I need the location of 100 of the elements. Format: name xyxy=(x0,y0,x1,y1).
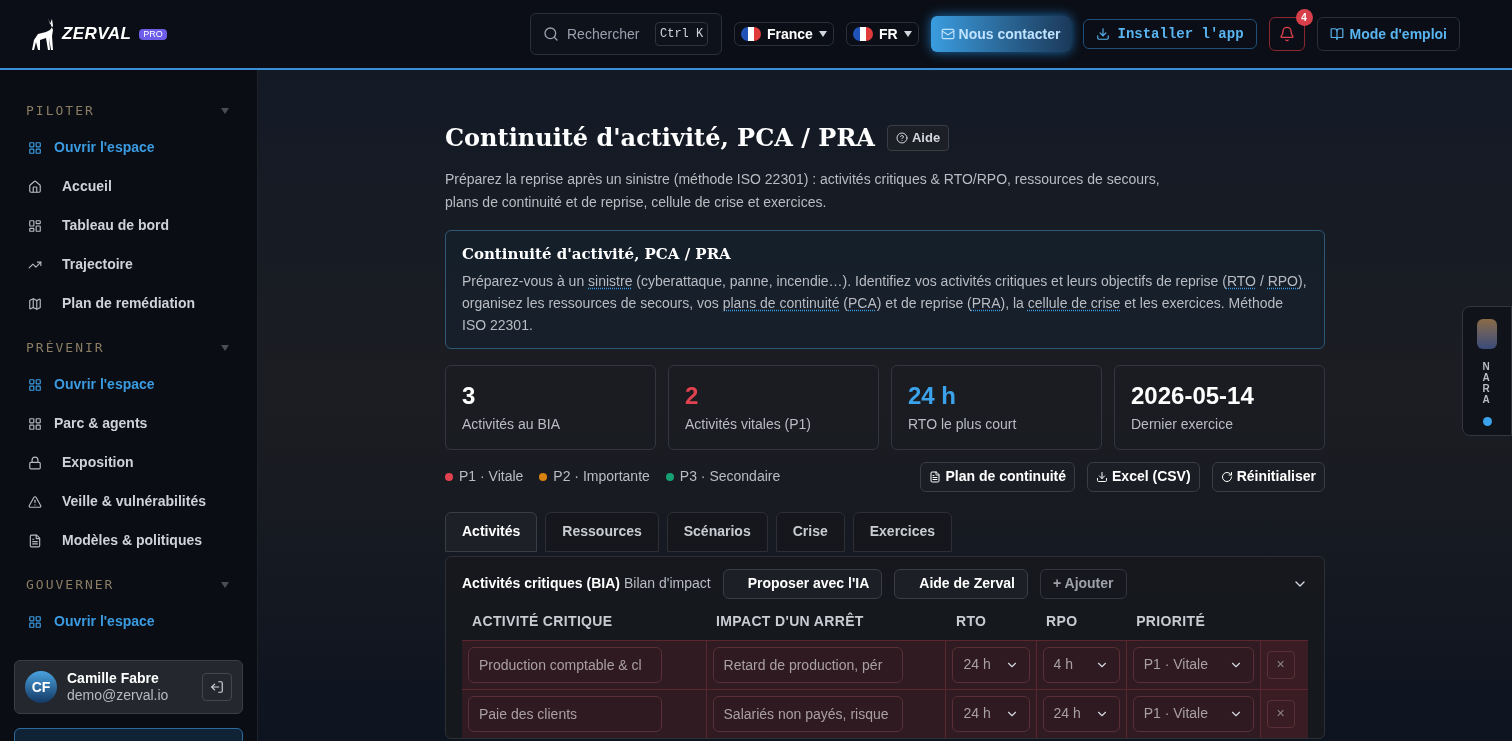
impact-field[interactable]: Retard de production, pér xyxy=(712,646,903,683)
refresh-icon xyxy=(1220,470,1233,483)
user-name: Camille Fabre xyxy=(67,669,160,687)
glossary-link[interactable]: RTO xyxy=(1226,272,1256,289)
grid-icon xyxy=(28,140,42,155)
stat-value: 2026-05-14 xyxy=(1131,380,1255,411)
glossary-link[interactable]: RPO xyxy=(1267,272,1298,289)
glossary-link[interactable]: PRA xyxy=(971,294,1001,311)
padlock-icon xyxy=(28,455,42,470)
rto-select[interactable]: 24 h xyxy=(952,646,1030,683)
stat-value: 2 xyxy=(685,380,700,411)
country-select[interactable]: France xyxy=(734,22,834,46)
french-flag-icon xyxy=(852,27,873,41)
tab[interactable]: Scénarios xyxy=(666,511,768,552)
rto-select[interactable]: 24 h xyxy=(952,695,1030,732)
logout-button[interactable] xyxy=(202,673,232,701)
help-icon xyxy=(896,132,908,144)
search-icon xyxy=(543,26,559,42)
section-header[interactable]: GOUVERNER xyxy=(0,568,257,602)
home-icon xyxy=(28,179,42,194)
book-icon xyxy=(1329,27,1344,41)
legend-label: P3 · Secondaire xyxy=(679,467,781,486)
impact-field[interactable]: Salariés non payés, risque xyxy=(712,695,903,732)
nav-item[interactable]: Veille & vulnérabilités xyxy=(0,482,257,521)
assistant-tab[interactable]: NARA xyxy=(1462,306,1512,436)
french-flag-icon xyxy=(741,27,761,41)
section-header[interactable]: PILOTER xyxy=(0,94,257,128)
stat-label: Dernier exercice xyxy=(1131,414,1234,434)
glossary-link[interactable]: plans de continuité xyxy=(722,294,840,311)
column-header: RTO xyxy=(945,610,1037,640)
contact-button[interactable]: Nous contacter xyxy=(930,16,1071,52)
bell-icon xyxy=(1278,26,1295,42)
guide-button[interactable]: Mode d'emploi xyxy=(1316,17,1460,51)
nav-item[interactable]: Modèles & politiques xyxy=(0,521,257,560)
delete-button[interactable]: × xyxy=(1266,650,1295,679)
intro-title: Continuité d'activité, PCA / PRA xyxy=(462,244,732,265)
install-app-button[interactable]: Installer l'app xyxy=(1082,19,1257,49)
rpo-select[interactable]: 4 h xyxy=(1042,646,1120,683)
search-field[interactable]: Rechercher xyxy=(567,23,647,45)
glossary-link[interactable]: cellule de crise xyxy=(1027,294,1121,311)
action-button[interactable]: Plan de continuité xyxy=(920,461,1076,492)
nav-item[interactable]: Tableau de bord xyxy=(0,206,257,245)
page-title: Continuité d'activité, PCA / PRA xyxy=(445,122,875,154)
download-icon xyxy=(1096,470,1109,483)
panel-button[interactable]: Aide de Zerval xyxy=(894,568,1028,599)
legend-label: P1 · Vitale xyxy=(459,467,524,486)
mail-icon xyxy=(940,27,955,41)
avatar: CF xyxy=(25,671,57,703)
tab[interactable]: Ressources xyxy=(545,511,659,552)
activity-field[interactable]: Paie des clients xyxy=(468,695,662,732)
rpo-select[interactable]: 24 h xyxy=(1042,695,1120,732)
stat-value: 24 h xyxy=(908,380,958,411)
document-icon xyxy=(929,470,942,483)
nav-item[interactable]: Parc & agents xyxy=(0,404,257,443)
map-icon xyxy=(28,296,42,311)
activity-field[interactable]: Production comptable & cl xyxy=(468,646,662,683)
download-icon xyxy=(1095,27,1110,41)
legend-label: P2 · Importante xyxy=(553,467,650,486)
dashboard-icon xyxy=(28,218,42,233)
logout-icon xyxy=(210,680,224,694)
help-button[interactable]: Aide xyxy=(887,125,950,151)
shortcut-key: Ctrl K xyxy=(655,22,709,46)
language-select[interactable]: FR xyxy=(845,22,919,46)
caret-icon xyxy=(903,31,912,37)
tab[interactable]: Crise xyxy=(775,511,845,552)
assistant-label: NARA xyxy=(1482,361,1492,405)
notification-count: 4 xyxy=(1295,9,1313,26)
panel-title: Activités critiques (BIA) xyxy=(462,574,620,593)
open-space-link[interactable]: Ouvrir l'espace xyxy=(0,365,257,404)
stat-value: 3 xyxy=(462,380,477,411)
priority-select[interactable]: P1 · Vitale xyxy=(1132,695,1254,732)
open-space-link[interactable]: Ouvrir l'espace xyxy=(0,602,257,641)
action-button[interactable]: Réinitialiser xyxy=(1211,461,1325,492)
intro-text: Préparez-vous à un sinistre (cyberattaque, panne, incendie…). Identifiez vos activités critiques et leurs objectifs de reprise (RTO / RPO), organisez les ressources de secours, vos plans de continuité (PCA) et de reprise (PRA), la cellule de crise et les exercices. Méthode ISO 22301. xyxy=(462,271,1308,335)
panel-button[interactable]: Proposer avec l'IA xyxy=(722,568,883,599)
glossary-link[interactable]: PCA xyxy=(848,294,877,311)
column-header: IMPACT D'UN ARRÊT xyxy=(706,610,946,640)
column-header: ACTIVITÉ CRITIQUE xyxy=(462,610,707,640)
nav-item[interactable]: Exposition xyxy=(0,443,257,482)
grid-icon xyxy=(28,377,42,392)
panel-subtitle: Bilan d'impact xyxy=(623,574,711,593)
priority-select[interactable]: P1 · Vitale xyxy=(1132,646,1254,683)
warning-icon xyxy=(28,494,42,509)
delete-button[interactable]: × xyxy=(1266,699,1295,728)
nav-item[interactable]: Accueil xyxy=(0,167,257,206)
stat-label: Activités vitales (P1) xyxy=(685,414,813,434)
action-button[interactable]: Excel (CSV) xyxy=(1087,461,1200,492)
tab[interactable]: Exercices xyxy=(852,511,953,552)
glossary-link[interactable]: sinistre xyxy=(588,272,633,289)
document-icon xyxy=(28,533,42,548)
nav-item[interactable]: Trajectoire xyxy=(0,245,257,284)
tab[interactable]: Activités xyxy=(445,511,538,552)
pro-badge: PRO xyxy=(139,28,167,40)
column-header: RPO xyxy=(1036,610,1127,640)
add-button[interactable]: + Ajouter xyxy=(1039,568,1127,599)
nav-item[interactable]: Plan de remédiation xyxy=(0,284,257,323)
open-space-link[interactable]: Ouvrir l'espace xyxy=(0,128,257,167)
grid-icon xyxy=(28,416,42,431)
section-header[interactable]: PRÉVENIR xyxy=(0,331,257,365)
grid-icon xyxy=(28,614,42,629)
